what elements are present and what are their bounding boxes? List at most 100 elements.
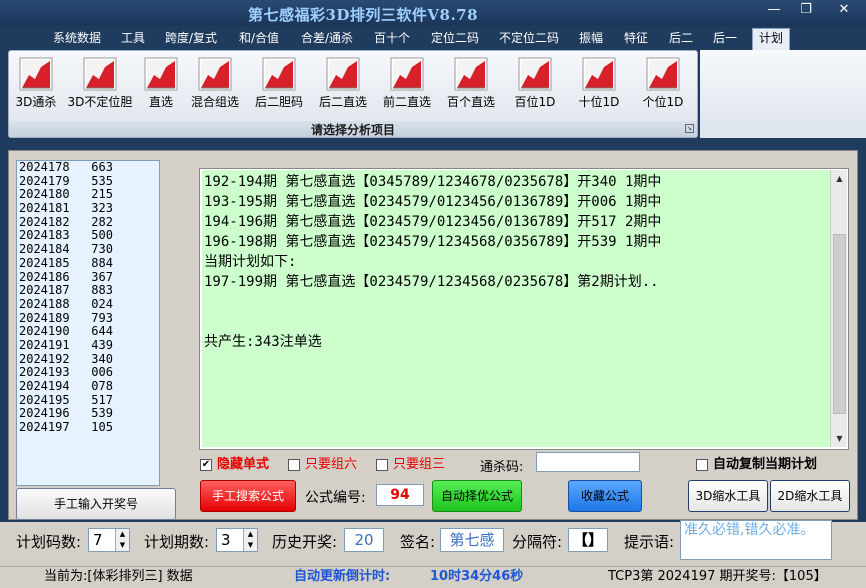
history-row[interactable]: 2024191 439 [17, 338, 159, 353]
shrink-2d-button[interactable]: 2D缩水工具 [770, 480, 850, 512]
checkbox-box[interactable]: ✔ [200, 459, 212, 471]
menu-fixed-two[interactable]: 定位二码 [428, 29, 482, 49]
history-row[interactable]: 2024195 517 [17, 392, 159, 408]
menu-feature[interactable]: 特征 [621, 29, 651, 49]
kill-code-input[interactable] [536, 452, 640, 472]
ribbon-3d-kill[interactable]: 3D通杀 [13, 57, 59, 110]
history-issue: 2024195 [19, 392, 70, 407]
favorite-formula-button[interactable]: 收藏公式 [568, 480, 642, 512]
menu-digits[interactable]: 百十个 [371, 29, 413, 49]
ribbon-direct[interactable]: 直选 [143, 57, 179, 110]
history-row[interactable]: 2024179 535 [17, 174, 159, 189]
restore-button[interactable]: ❐ [790, 0, 822, 22]
history-row[interactable]: 2024194 078 [17, 379, 159, 394]
history-list[interactable]: 2024178 663 2024179 535 2024180 215 2024181… [16, 160, 160, 486]
spinner-arrows-icon[interactable]: ▲ ▼ [115, 529, 129, 551]
hide-single-checkbox[interactable]: ✔ 隐藏单式 [200, 457, 269, 473]
history-issue: 2024185 [19, 255, 70, 270]
auto-copy-checkbox[interactable]: 自动复制当期计划 [696, 457, 817, 473]
chart-icon [326, 57, 360, 91]
formula-no-input[interactable]: 94 [376, 484, 424, 506]
history-row[interactable]: 2024183 500 [17, 229, 159, 243]
plan-periods-spinner[interactable]: 3 ▲ ▼ [216, 528, 258, 552]
ribbon-mixed-group[interactable]: 混合组选 [185, 57, 245, 110]
ribbon-3d-unfixed[interactable]: 3D不定位胆 [63, 57, 137, 110]
history-row[interactable]: 2024181 323 [17, 201, 159, 216]
menu-sum[interactable]: 和/合值 [236, 29, 282, 49]
history-row[interactable]: 2024186 367 [17, 269, 159, 285]
history-row[interactable]: 2024187 883 [17, 283, 159, 298]
history-issue: 2024178 [19, 160, 70, 174]
minimize-button[interactable]: — [758, 0, 790, 22]
shrink-3d-button[interactable]: 3D缩水工具 [688, 480, 768, 512]
manual-search-button[interactable]: 手工搜索公式 [200, 480, 296, 512]
menu-unfixed-two[interactable]: 不定位二码 [496, 29, 562, 49]
chart-icon [198, 57, 232, 91]
plan-codes-label: 计划码数: [16, 533, 82, 551]
only-group6-checkbox[interactable]: 只要组六 [288, 457, 357, 473]
history-number: 883 [91, 283, 113, 298]
ribbon-label: 直选 [148, 95, 173, 109]
scroll-down-icon[interactable]: ▼ [831, 430, 848, 447]
menu-system-data[interactable]: 系统数据 [50, 29, 104, 49]
menu-diff[interactable]: 合差/通杀 [298, 29, 356, 49]
output-line: 194-196期 第七感直选【0234579/0123456/0136789】开… [204, 214, 662, 230]
checkbox-box[interactable] [376, 459, 388, 471]
dialog-launcher-icon[interactable]: ↘ [685, 124, 694, 133]
menu-span[interactable]: 跨度/复式 [162, 29, 220, 49]
history-number: 340 [91, 351, 113, 366]
history-row[interactable]: 2024185 884 [17, 255, 159, 271]
history-row[interactable]: 2024180 215 [17, 188, 159, 202]
auto-select-button[interactable]: 自动择优公式 [432, 480, 522, 512]
history-row[interactable]: 2024192 340 [17, 351, 159, 367]
ribbon-last-two-dan[interactable]: 后二胆码 [249, 57, 309, 110]
history-row[interactable]: 2024189 793 [17, 311, 159, 326]
plan-codes-spinner[interactable]: 7 ▲ ▼ [88, 528, 130, 552]
history-row[interactable]: 2024190 644 [17, 324, 159, 339]
history-number: 884 [91, 255, 113, 270]
output-scrollbar[interactable]: ▲ ▼ [830, 170, 847, 447]
checkbox-box[interactable] [288, 459, 300, 471]
scroll-thumb[interactable] [833, 234, 846, 414]
history-row[interactable]: 2024188 024 [17, 297, 159, 312]
signature-input[interactable]: 第七感 [440, 528, 504, 552]
menu-tools[interactable]: 工具 [118, 29, 148, 49]
manual-input-button[interactable]: 手工输入开奖号 [16, 488, 176, 520]
history-row[interactable]: 2024197 105 [17, 420, 159, 435]
close-button[interactable]: ✕ [822, 0, 866, 22]
only-group3-checkbox[interactable]: 只要组三 [376, 457, 445, 473]
history-row[interactable]: 2024184 730 [17, 242, 159, 257]
menu-bar: 系统数据 工具 跨度/复式 和/合值 合差/通杀 百十个 定位二码 不定位二码 … [0, 26, 866, 50]
ribbon-label: 百个直选 [446, 95, 495, 109]
chart-icon [454, 57, 488, 91]
separator-label: 分隔符: [512, 533, 563, 551]
plan-output[interactable]: 192-194期 第七感直选【0345789/1234678/0235678】开… [202, 170, 830, 447]
ribbon-tens-1d[interactable]: 十位1D [573, 57, 625, 110]
ribbon-units-1d[interactable]: 个位1D [637, 57, 689, 110]
ribbon-last-two-direct[interactable]: 后二直选 [313, 57, 373, 110]
history-issue: 2024180 [19, 187, 70, 202]
history-row[interactable]: 2024182 282 [17, 215, 159, 230]
separator-input[interactable]: 【】 [568, 528, 608, 552]
history-issue: 2024186 [19, 269, 70, 284]
checkbox-box[interactable] [696, 459, 708, 471]
menu-amplitude[interactable]: 振幅 [576, 29, 606, 49]
ribbon-hundred-unit-direct[interactable]: 百个直选 [441, 57, 501, 110]
scroll-up-icon[interactable]: ▲ [831, 170, 848, 187]
history-row[interactable]: 2024193 006 [17, 365, 159, 380]
menu-plan[interactable]: 计划 [752, 28, 790, 50]
menu-last-one[interactable]: 后一 [710, 29, 740, 49]
ribbon-first-two-direct[interactable]: 前二直选 [377, 57, 437, 110]
ribbon-hundreds-1d[interactable]: 百位1D [507, 57, 563, 110]
output-line: 192-194期 第七感直选【0345789/1234678/0235678】开… [204, 174, 662, 190]
spinner-arrows-icon[interactable]: ▲ ▼ [243, 529, 257, 551]
menu-last-two[interactable]: 后二 [666, 29, 696, 49]
history-issue: 2024184 [19, 242, 70, 257]
chart-icon [262, 57, 296, 91]
hint-input[interactable]: 准久必错,错久必准。 [680, 520, 832, 560]
history-row[interactable]: 2024196 539 [17, 407, 159, 421]
history-row[interactable]: 2024178 663 [17, 161, 159, 175]
history-count-input[interactable]: 20 [344, 528, 384, 552]
